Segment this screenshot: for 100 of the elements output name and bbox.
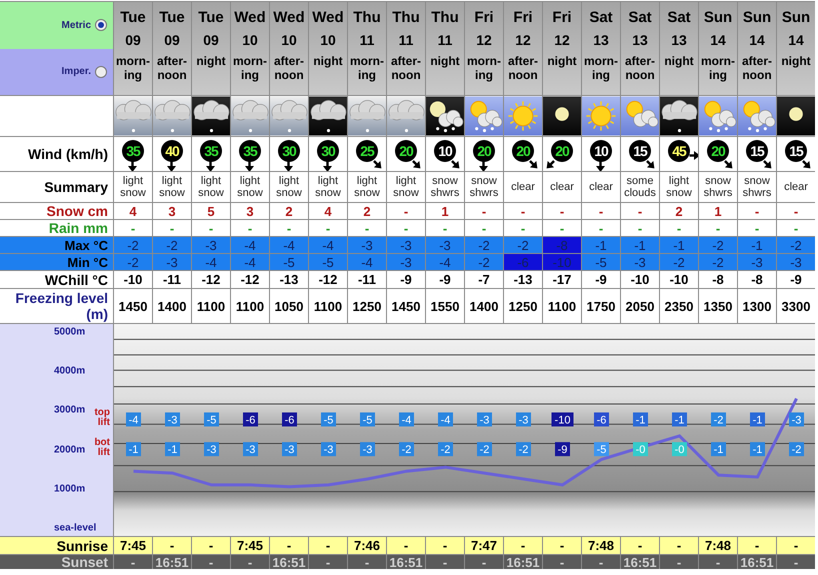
- temperature-badge: -2: [438, 442, 453, 456]
- row-label: Wind (km/h): [0, 137, 113, 171]
- row-label: Max °C: [0, 237, 113, 253]
- temperature-badge: -1: [750, 412, 765, 426]
- table-cell: -: [387, 203, 425, 219]
- day-label: Tue: [120, 9, 146, 26]
- table-cell: clear: [543, 172, 581, 202]
- table-cell: -: [582, 203, 620, 219]
- temperature-badge: -5: [204, 412, 219, 426]
- period-label: night: [663, 54, 695, 68]
- table-cell: -9: [777, 271, 815, 288]
- day-label: Fri: [513, 9, 533, 26]
- table-cell: 5: [192, 203, 230, 219]
- table-cell: -: [309, 537, 347, 554]
- table-cell: -: [699, 555, 737, 569]
- day-label: Fri: [552, 9, 572, 26]
- day-label: Sat: [667, 9, 691, 26]
- wind-arrow-icon: [689, 150, 698, 161]
- table-cell: -5: [582, 254, 620, 270]
- table-cell: 1100: [543, 289, 581, 323]
- period-label: night: [312, 54, 344, 68]
- table-cell: -4: [192, 254, 230, 270]
- table-cell: -: [504, 220, 542, 236]
- row-label: Rain mm: [0, 220, 113, 236]
- table-cell: 2: [660, 203, 698, 219]
- table-cell: -: [426, 220, 464, 236]
- table-cell: -: [153, 220, 191, 236]
- day-label: Sun: [704, 9, 732, 26]
- temperature-badge: -0: [672, 442, 687, 456]
- wind-arrow-icon: [244, 161, 255, 171]
- table-cell: light snow: [192, 172, 230, 202]
- temperature-badge: -10: [552, 412, 574, 426]
- day-label: Sun: [742, 9, 772, 26]
- table-cell: light snow: [387, 172, 425, 202]
- table-cell: -4: [231, 254, 269, 270]
- table-cell: 4: [114, 203, 152, 219]
- table-cell: -3: [426, 237, 464, 253]
- temperature-badge: -0: [633, 442, 648, 456]
- table-cell: -: [387, 220, 425, 236]
- table-cell: -3: [192, 237, 230, 253]
- wind-speed-badge: 20: [551, 140, 573, 162]
- table-cell: light snow: [660, 172, 698, 202]
- table-cell: snow shwrs: [699, 172, 737, 202]
- table-cell: -1: [660, 237, 698, 253]
- date-label: 14: [788, 32, 804, 48]
- temperature-badge: -5: [321, 412, 336, 426]
- table-cell: -3: [348, 237, 386, 253]
- day-label: Fri: [474, 9, 494, 26]
- table-cell: -: [660, 555, 698, 569]
- table-cell: -13: [270, 271, 308, 288]
- table-cell: 7:48: [699, 537, 737, 554]
- table-cell: -: [504, 537, 542, 554]
- table-cell: -: [543, 555, 581, 569]
- table-cell: 1100: [309, 289, 347, 323]
- radio-button[interactable]: [95, 19, 107, 32]
- table-cell: -: [270, 220, 308, 236]
- date-label: 09: [125, 32, 141, 48]
- wind-speed-badge: 20: [512, 140, 534, 162]
- table-cell: 7:48: [582, 537, 620, 554]
- table-cell: 3: [231, 203, 269, 219]
- wind-arrow-icon: [528, 159, 539, 170]
- table-cell: -2: [153, 237, 191, 253]
- date-label: 10: [320, 32, 336, 48]
- table-cell: -: [465, 555, 503, 569]
- temperature-badge: -1: [126, 442, 141, 456]
- table-cell: -8: [699, 271, 737, 288]
- table-cell: -: [348, 555, 386, 569]
- table-cell: -: [660, 220, 698, 236]
- period-label: night: [780, 54, 812, 68]
- axis-tick-label: sea-level: [54, 522, 96, 534]
- table-cell: 1750: [582, 289, 620, 323]
- unit-label: Imper.: [62, 66, 91, 78]
- table-cell: 1100: [231, 289, 269, 323]
- axis-tick-label: 5000m: [54, 326, 86, 338]
- table-cell: 1550: [426, 289, 464, 323]
- table-cell: -: [621, 537, 659, 554]
- date-label: 11: [438, 32, 452, 48]
- axis-tick-label: 1000m: [54, 483, 86, 494]
- table-cell: -9: [582, 271, 620, 288]
- table-cell: -2: [777, 237, 815, 253]
- date-label: 10: [242, 32, 258, 48]
- table-cell: snow shwrs: [426, 172, 464, 202]
- table-cell: -10: [660, 271, 698, 288]
- table-cell: -13: [504, 271, 542, 288]
- table-cell: -: [387, 537, 425, 554]
- temperature-badge: -4: [399, 412, 414, 426]
- table-cell: -: [777, 220, 815, 236]
- temperature-badge: -3: [360, 442, 375, 456]
- wind-speed-badge: 20: [473, 140, 495, 162]
- table-cell: -10: [543, 254, 581, 270]
- table-cell: clear: [504, 172, 542, 202]
- table-cell: -: [114, 555, 152, 569]
- table-cell: -12: [231, 271, 269, 288]
- wind-speed-badge: 35: [200, 140, 222, 162]
- wind-arrow-icon: [762, 159, 773, 170]
- radio-button[interactable]: [95, 66, 107, 78]
- table-cell: -2: [699, 237, 737, 253]
- table-cell: 1400: [465, 289, 503, 323]
- table-cell: 2: [270, 203, 308, 219]
- table-cell: -9: [426, 271, 464, 288]
